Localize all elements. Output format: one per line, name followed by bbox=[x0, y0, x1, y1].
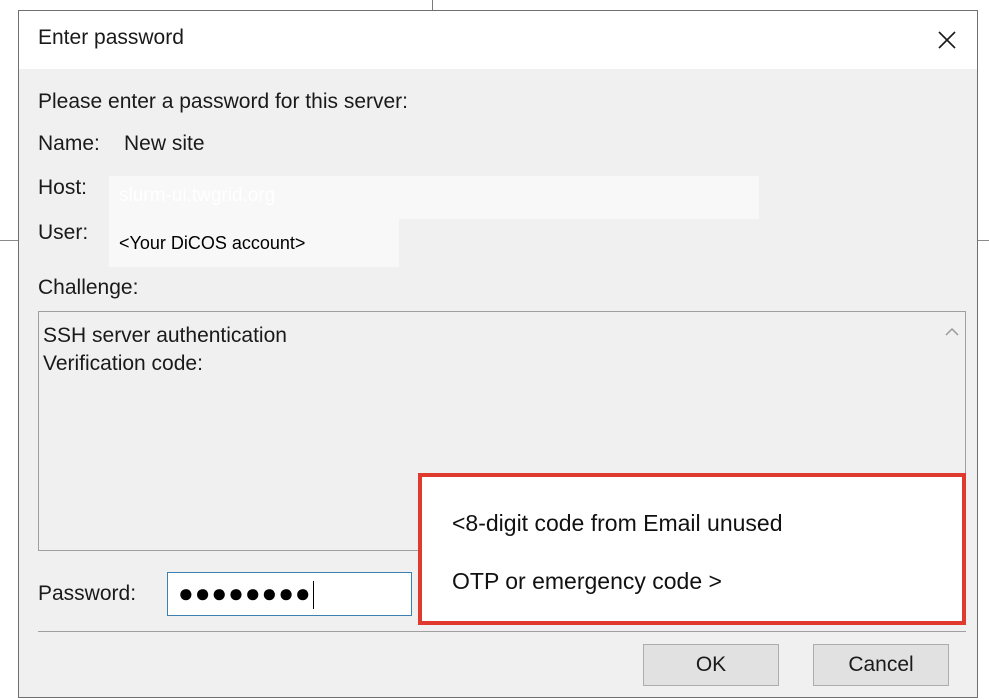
name-value: New site bbox=[124, 132, 205, 155]
challenge-line: Verification code: bbox=[43, 352, 203, 375]
password-input[interactable]: ●●●●●●●● bbox=[167, 572, 412, 616]
chevron-up-icon bbox=[945, 327, 959, 336]
text-caret bbox=[312, 581, 314, 610]
ok-button[interactable]: OK bbox=[643, 644, 779, 686]
user-label: User: bbox=[38, 221, 89, 244]
background-window-edge bbox=[0, 0, 989, 10]
challenge-line: SSH server authentication bbox=[43, 324, 287, 347]
prompt-text: Please enter a password for this server: bbox=[38, 90, 409, 113]
close-icon bbox=[938, 31, 956, 49]
challenge-label: Challenge: bbox=[38, 276, 139, 299]
host-label: Host: bbox=[38, 176, 88, 199]
annotation-line-2: OTP or emergency code > bbox=[452, 568, 722, 594]
host-value: slurm-ui.twgrid.org bbox=[109, 176, 759, 219]
background-line-left bbox=[0, 240, 18, 241]
button-separator bbox=[38, 631, 966, 632]
close-button[interactable] bbox=[917, 11, 977, 69]
background-line-right bbox=[978, 240, 989, 241]
password-label: Password: bbox=[38, 582, 137, 605]
cancel-button[interactable]: Cancel bbox=[813, 644, 949, 686]
user-value: <Your DiCOS account> bbox=[109, 219, 399, 267]
scroll-up-button[interactable] bbox=[939, 312, 965, 352]
dialog-title: Enter password bbox=[38, 26, 184, 49]
title-bar: Enter password bbox=[19, 11, 977, 69]
annotation-line-1: <8-digit code from Email unused bbox=[452, 510, 783, 536]
background-divider bbox=[432, 0, 433, 10]
challenge-text: SSH server authentication Verification c… bbox=[43, 322, 287, 378]
annotation-callout: <8-digit code from Email unused OTP or e… bbox=[418, 473, 966, 625]
password-masked-value: ●●●●●●●● bbox=[178, 578, 312, 608]
name-label: Name: bbox=[38, 132, 100, 155]
